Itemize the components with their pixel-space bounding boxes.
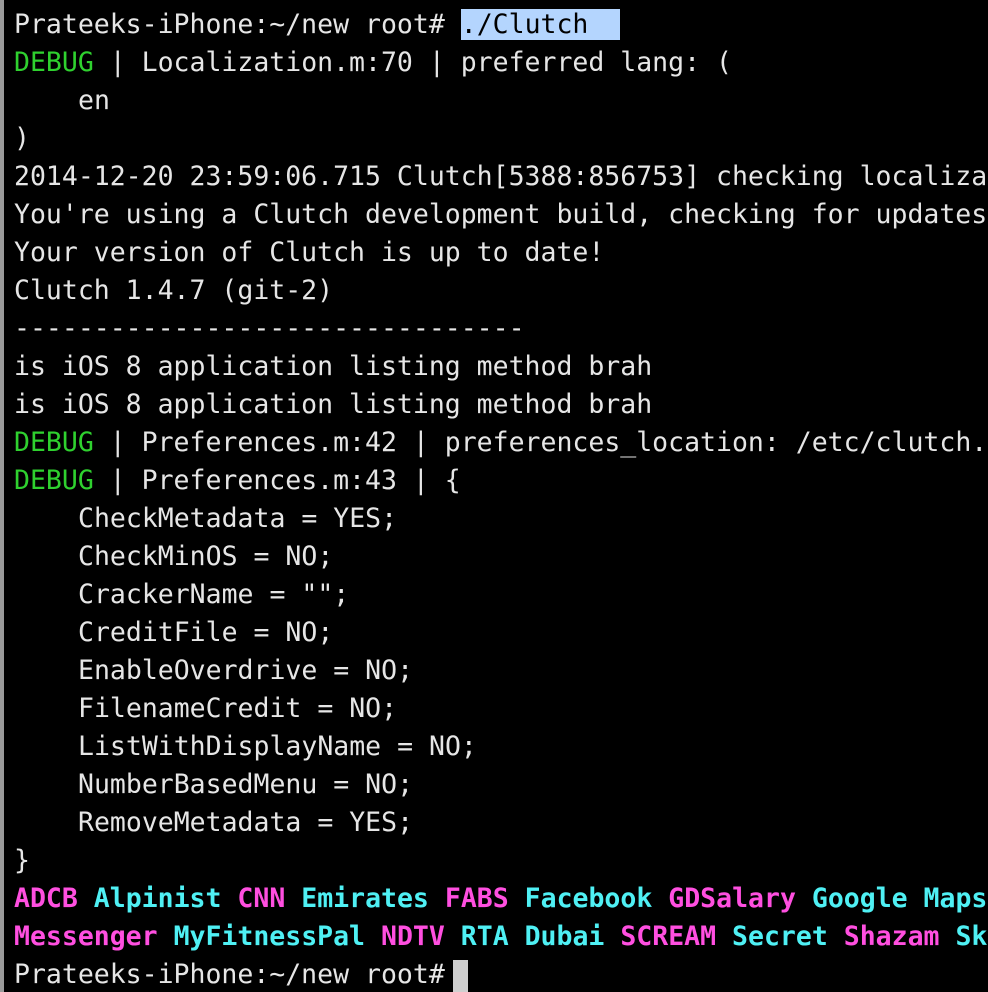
- app-name: FABS: [444, 883, 509, 914]
- app-list-row-2: Messenger MyFitnessPal NDTV RTA Dubai SC…: [14, 918, 988, 956]
- debug-tag: DEBUG: [14, 427, 94, 458]
- app-list-row-1: ADCB Alpinist CNN Emirates FABS Facebook…: [14, 880, 988, 918]
- app-name: Alpinist: [93, 883, 222, 914]
- output-line: Your version of Clutch is up to date!: [14, 237, 605, 268]
- output-line: DEBUG | Localization.m:70 | preferred la…: [14, 47, 732, 78]
- pref-line: NumberBasedMenu = NO;: [78, 769, 414, 800]
- debug-tag: DEBUG: [14, 47, 94, 78]
- app-name: ADCB: [14, 883, 78, 914]
- selected-command[interactable]: ./Clutch: [460, 9, 589, 40]
- app-name: GDSalary: [668, 883, 796, 914]
- output-line: Clutch 1.4.7 (git-2): [14, 275, 334, 306]
- output-line: 2014-12-20 23:59:06.715 Clutch[5388:8567…: [14, 161, 988, 192]
- pref-line: CrackerName = "";: [78, 579, 350, 610]
- app-name: SCREAM: [620, 921, 717, 952]
- app-name: MyFitnessPal: [173, 921, 366, 952]
- shell-prompt: Prateeks-iPhone:~/new root#: [14, 959, 445, 990]
- text-cursor[interactable]: [452, 959, 468, 992]
- app-name: Facebook: [524, 883, 653, 914]
- pref-line: CheckMetadata = YES;: [78, 503, 398, 534]
- output-line: }: [14, 845, 30, 876]
- app-name: Google Maps: [811, 883, 988, 914]
- app-name: RTA Dubai: [460, 921, 605, 952]
- pref-line: EnableOverdrive = NO;: [78, 655, 414, 686]
- app-name: CNN: [237, 883, 286, 914]
- output-line: is iOS 8 application listing method brah: [14, 389, 653, 420]
- separator-line: --------------------------------: [14, 313, 525, 344]
- app-name: Secret: [732, 921, 828, 952]
- shell-prompt: Prateeks-iPhone:~/new root#: [14, 9, 445, 40]
- pref-line: FilenameCredit = NO;: [78, 693, 398, 724]
- app-name: Emirates: [301, 883, 429, 914]
- output-line: is iOS 8 application listing method brah: [14, 351, 653, 382]
- pref-line: CreditFile = NO;: [78, 617, 334, 648]
- prompt-line: Prateeks-iPhone:~/new root#: [14, 956, 988, 992]
- terminal-output[interactable]: Prateeks-iPhone:~/new root# ./Clutch DEB…: [14, 6, 988, 992]
- pref-line: CheckMinOS = NO;: [78, 541, 334, 572]
- prompt-line: Prateeks-iPhone:~/new root# ./Clutch: [14, 6, 988, 44]
- app-name: Messenger: [14, 921, 158, 952]
- pref-line: RemoveMetadata = YES;: [78, 807, 414, 838]
- output-line: en: [78, 85, 110, 116]
- app-name: Sk: [955, 921, 988, 952]
- pref-line: ListWithDisplayName = NO;: [78, 731, 477, 762]
- window-left-border: [0, 0, 4, 992]
- app-name: Shazam: [843, 921, 940, 952]
- output-line: ): [14, 123, 30, 154]
- output-line: You're using a Clutch development build,…: [14, 199, 988, 230]
- output-line: DEBUG | Preferences.m:43 | {: [14, 465, 461, 496]
- debug-tag: DEBUG: [14, 465, 94, 496]
- output-line: DEBUG | Preferences.m:42 | preferences_l…: [14, 427, 988, 458]
- app-name: NDTV: [380, 921, 445, 952]
